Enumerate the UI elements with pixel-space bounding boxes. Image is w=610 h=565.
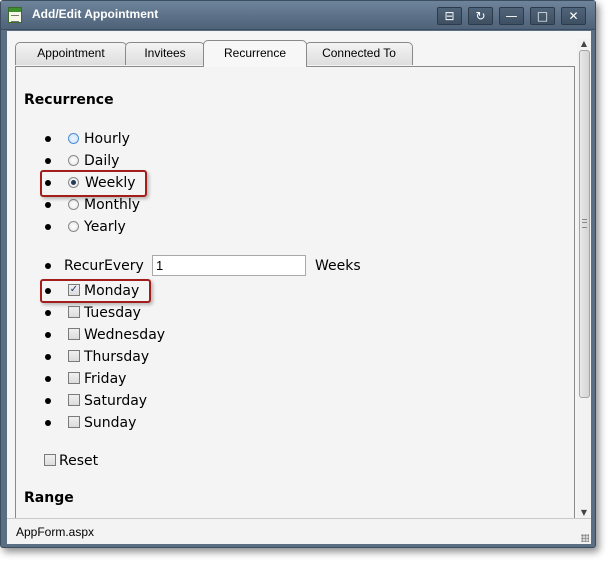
checkbox-tuesday[interactable] [68, 306, 80, 318]
bullet-icon [45, 224, 51, 230]
checkbox-wednesday[interactable] [68, 328, 80, 340]
radio-yearly[interactable] [68, 221, 79, 232]
bullet-icon [45, 420, 51, 426]
weeks-label: Weeks [315, 258, 361, 274]
grip-icon [582, 219, 587, 228]
label-friday: Friday [84, 371, 127, 387]
label-hourly: Hourly [84, 131, 130, 147]
recur-every-label: RecurEvery [64, 258, 144, 274]
checkbox-saturday[interactable] [68, 394, 80, 406]
scroll-down-icon[interactable]: ▼ [579, 508, 589, 518]
bullet-icon [45, 158, 51, 164]
checkbox-thursday[interactable] [68, 350, 80, 362]
scroll-up-icon[interactable]: ▲ [579, 39, 589, 49]
radio-monthly[interactable] [68, 199, 79, 210]
resize-grip-icon[interactable] [581, 534, 589, 542]
label-reset: Reset [59, 453, 99, 469]
tab-recurrence[interactable]: Recurrence [203, 40, 307, 67]
bullet-icon [45, 310, 51, 316]
status-bar: AppForm.aspx [7, 518, 591, 544]
monday-highlight-box [40, 279, 151, 303]
recur-every-input[interactable] [152, 255, 306, 276]
weekly-highlight-box [40, 170, 147, 197]
tab-appointment[interactable]: Appointment [15, 42, 127, 65]
radio-hourly[interactable] [68, 133, 79, 144]
bullet-icon [45, 376, 51, 382]
scroll-thumb[interactable] [579, 50, 590, 398]
label-thursday: Thursday [84, 349, 150, 365]
pin-button[interactable]: ⊟ [437, 7, 462, 25]
recurrence-heading: Recurrence [24, 92, 114, 108]
label-tuesday: Tuesday [84, 305, 141, 321]
bullet-icon [45, 332, 51, 338]
maximize-button[interactable]: □ [530, 7, 555, 25]
form-icon [8, 7, 22, 23]
tab-strip: Appointment Invitees Recurrence Connecte… [15, 40, 575, 67]
label-saturday: Saturday [84, 393, 148, 409]
refresh-button[interactable]: ↻ [468, 7, 493, 25]
status-text: AppForm.aspx [16, 525, 95, 539]
tab-connected-to[interactable]: Connected To [305, 42, 413, 65]
label-monthly: Monthly [84, 197, 141, 213]
bullet-icon [45, 398, 51, 404]
minimize-button[interactable]: — [499, 7, 524, 25]
label-wednesday: Wednesday [84, 327, 166, 343]
window-title: Add/Edit Appointment [32, 7, 159, 21]
vertical-scrollbar[interactable]: ▲ ▼ [577, 39, 591, 518]
tab-invitees[interactable]: Invitees [125, 42, 205, 65]
close-button[interactable]: ✕ [561, 7, 586, 25]
bullet-icon [45, 136, 51, 142]
bullet-icon [45, 263, 51, 269]
bullet-icon [45, 202, 51, 208]
radio-daily[interactable] [68, 155, 79, 166]
title-bar[interactable]: Add/Edit Appointment ⊟ ↻ — □ ✕ [1, 1, 595, 30]
label-daily: Daily [84, 153, 120, 169]
bullet-icon [45, 354, 51, 360]
checkbox-sunday[interactable] [68, 416, 80, 428]
checkbox-friday[interactable] [68, 372, 80, 384]
label-yearly: Yearly [84, 219, 126, 235]
checkbox-reset[interactable] [44, 454, 56, 466]
range-heading: Range [24, 490, 74, 506]
label-sunday: Sunday [84, 415, 137, 431]
